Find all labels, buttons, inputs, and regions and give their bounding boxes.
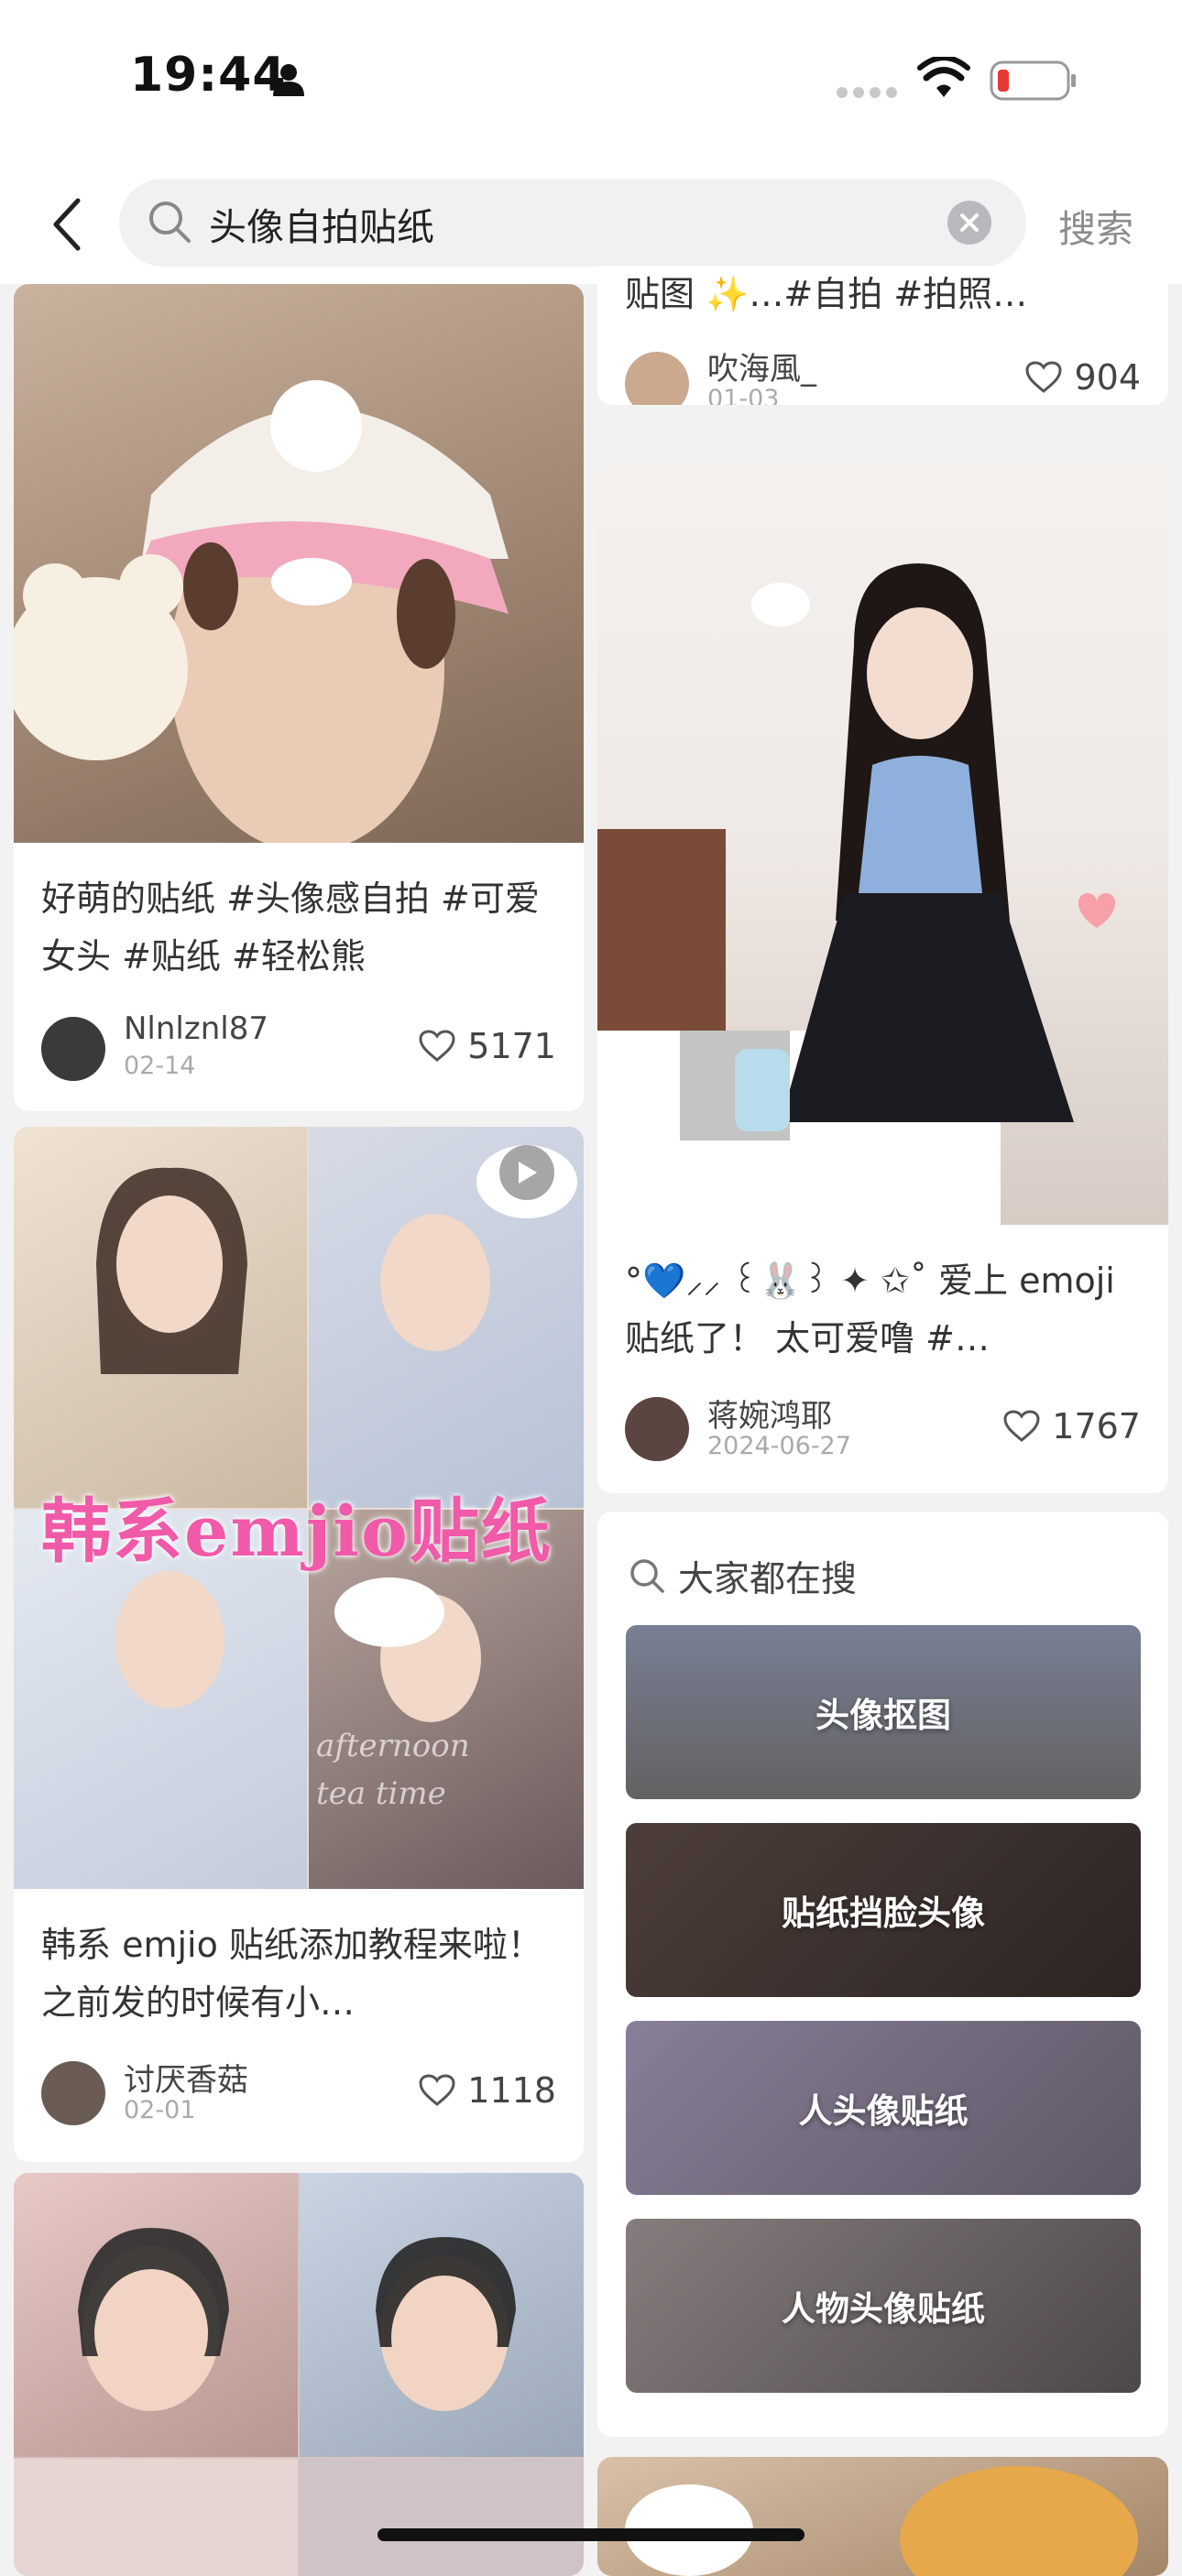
author-name: 吹海風_ bbox=[707, 351, 816, 387]
suggestion-label: 贴纸挡脸头像 bbox=[782, 1894, 985, 1933]
like-count: 1118 bbox=[467, 2070, 556, 2111]
video-badge bbox=[499, 1145, 554, 1200]
suggestion-item[interactable]: 头像抠图 bbox=[626, 1625, 1141, 1799]
note-image bbox=[597, 463, 1168, 1225]
heart-icon bbox=[419, 2074, 455, 2106]
suggestion-item[interactable]: 人头像贴纸 bbox=[626, 2021, 1141, 2195]
note-image bbox=[14, 284, 584, 843]
like-button[interactable]: 5171 bbox=[418, 1026, 556, 1066]
like-button[interactable]: 904 bbox=[1024, 357, 1141, 398]
post-date: 01-03 bbox=[707, 385, 780, 405]
note-image bbox=[597, 2457, 1168, 2576]
avatar bbox=[41, 2061, 105, 2125]
note-image bbox=[14, 2173, 584, 2576]
note-card[interactable] bbox=[14, 2173, 584, 2576]
note-card[interactable]: °💙⸝⸝ ꒰🐰꒱ ✦ ✩˚ 爱上 emoji 贴纸了！ 太可爱噜 #… 蒋婉鸿耶… bbox=[597, 463, 1168, 1493]
close-icon bbox=[960, 213, 979, 232]
author-name: 讨厌香菇 bbox=[124, 2062, 248, 2099]
avatar bbox=[625, 1397, 689, 1461]
search-icon bbox=[630, 1559, 664, 1593]
avatar bbox=[41, 1017, 105, 1081]
heart-icon bbox=[1003, 1410, 1040, 1442]
post-date: 02-01 bbox=[124, 2096, 196, 2124]
note-title: 好萌的贴纸 #头像感自拍 #可爱女头 #贴纸 #轻松熊 bbox=[41, 879, 540, 977]
image-watermark: afternoon tea time bbox=[316, 1728, 470, 1812]
status-time: 19:44 bbox=[130, 48, 287, 103]
note-title: 贴图 ✨…#自拍 #拍照… bbox=[625, 274, 1028, 314]
note-card[interactable] bbox=[597, 2457, 1168, 2576]
suggestion-item[interactable]: 人物头像贴纸 bbox=[626, 2219, 1141, 2393]
like-count: 904 bbox=[1074, 357, 1141, 398]
search-query-text: 头像自拍贴纸 bbox=[209, 205, 434, 249]
chevron-left-icon bbox=[53, 198, 81, 251]
suggestion-label: 人头像贴纸 bbox=[798, 2091, 969, 2131]
suggestion-label: 头像抠图 bbox=[815, 1696, 951, 1735]
home-indicator bbox=[378, 2528, 804, 2541]
clear-button[interactable] bbox=[947, 201, 991, 245]
note-card[interactable]: 贴图 ✨…#自拍 #拍照… 吹海風_ 01-03 904 bbox=[597, 266, 1168, 405]
suggestion-heading: 大家都在搜 bbox=[678, 1559, 858, 1600]
note-card[interactable]: 好萌的贴纸 #头像感自拍 #可爱女头 #贴纸 #轻松熊 Nlnlznl87 02… bbox=[14, 284, 584, 1111]
author-name: Nlnlznl87 bbox=[124, 1010, 268, 1047]
note-card[interactable]: 韩系emjio贴纸 afternoon tea time 韩系 emjio 贴纸… bbox=[14, 1127, 584, 2162]
post-date: 02-14 bbox=[124, 1052, 196, 1080]
like-count: 1767 bbox=[1052, 1406, 1141, 1446]
like-button[interactable]: 1767 bbox=[1002, 1406, 1141, 1446]
heart-icon bbox=[1025, 361, 1062, 393]
note-title: 韩系 emjio 贴纸添加教程来啦！ 之前发的时候有小… bbox=[41, 1925, 542, 2023]
like-button[interactable]: 1118 bbox=[418, 2070, 556, 2111]
signal-icon bbox=[837, 87, 897, 98]
play-icon bbox=[519, 1162, 537, 1184]
suggestion-item[interactable]: 贴纸挡脸头像 bbox=[626, 1823, 1141, 1997]
wifi-icon bbox=[917, 57, 970, 97]
back-button[interactable] bbox=[44, 188, 90, 261]
search-submit-button[interactable]: 搜索 bbox=[1058, 198, 1133, 253]
avatar bbox=[625, 352, 689, 405]
author-name: 蒋婉鸿耶 bbox=[707, 1398, 832, 1435]
note-title: °💙⸝⸝ ꒰🐰꒱ ✦ ✩˚ 爱上 emoji 贴纸了！ 太可爱噜 #… bbox=[625, 1261, 1115, 1359]
suggestion-label: 人物头像贴纸 bbox=[782, 2289, 985, 2329]
person-icon bbox=[273, 64, 304, 96]
search-icon bbox=[149, 202, 191, 243]
battery-icon bbox=[990, 60, 1076, 101]
like-count: 5171 bbox=[467, 1026, 556, 1066]
note-image: 韩系emjio贴纸 afternoon tea time bbox=[14, 1127, 584, 1889]
post-date: 2024-06-27 bbox=[707, 1432, 851, 1460]
image-caption: 韩系emjio贴纸 bbox=[41, 1490, 553, 1572]
heart-icon bbox=[419, 1030, 455, 1062]
